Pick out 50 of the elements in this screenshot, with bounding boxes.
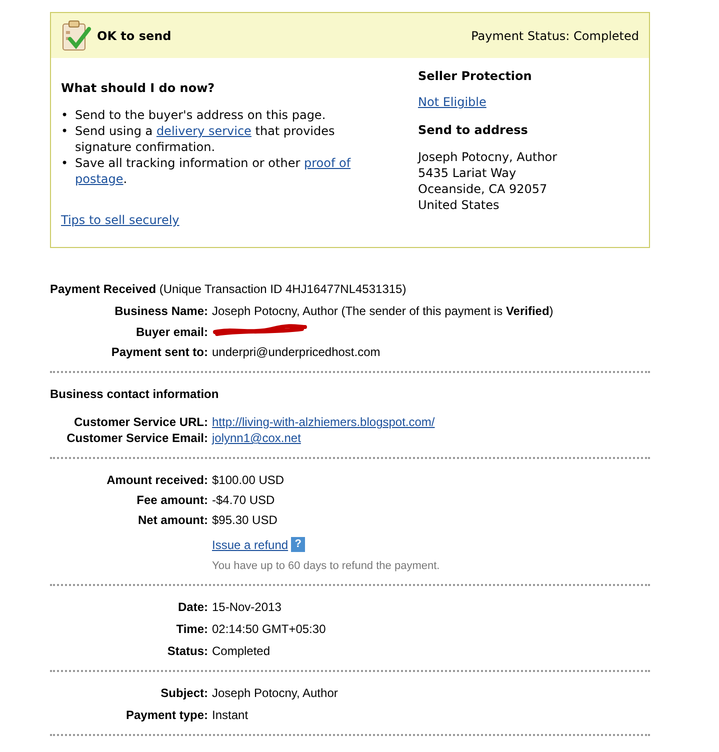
notice-title: OK to send — [97, 28, 172, 42]
field-label: Net amount: — [138, 513, 208, 527]
bullet: • — [61, 155, 69, 172]
field-value: 02:14:50 GMT+05:30 — [212, 622, 326, 636]
section-title: Payment Received (Unique Transaction ID 4HJ16477NL4531315) — [50, 282, 408, 296]
field-value: Completed — [212, 644, 270, 658]
field-label: Time: — [176, 622, 208, 636]
payment-status: Payment Status: Completed — [471, 28, 639, 42]
field-label: Customer Service URL: — [74, 415, 208, 429]
bullet: • — [61, 123, 69, 140]
refund-link[interactable]: Issue a refund — [212, 538, 288, 552]
eligibility-link[interactable]: Not Eligible — [418, 95, 486, 109]
instruction-link[interactable]: delivery service — [156, 124, 252, 138]
bullet: • — [61, 107, 69, 123]
field-value: -$4.70 USD — [212, 493, 275, 507]
field-link[interactable]: http://living-with-alzhiemers.blogspot.com/ — [212, 415, 435, 429]
field-label: Status: — [167, 644, 208, 658]
address-line: Joseph Potocny, Author — [418, 149, 558, 165]
tips-link[interactable]: Tips to sell securely — [61, 213, 180, 227]
instruction-item: Send to the buyer's address on this page. — [75, 107, 326, 123]
field-label: Buyer email: — [136, 324, 208, 338]
section-title: Business contact information — [50, 387, 220, 401]
instructions-heading: What should I do now? — [61, 81, 216, 95]
field-label: Date: — [178, 600, 208, 614]
field-value: underpri@underpricedhost.com — [212, 345, 380, 359]
field-value: Joseph Potocny, Author (The sender of this payment is Verified) — [212, 304, 554, 318]
address-line: United States — [418, 197, 500, 213]
clipboard-check-icon — [61, 20, 91, 52]
field-label: Amount received: — [106, 473, 208, 487]
field-value: Joseph Potocny, Author — [212, 686, 338, 700]
field-label: Subject: — [160, 686, 208, 700]
instruction-link[interactable]: proof of — [304, 156, 351, 170]
refund-note: You have up to 60 days to refund the payment. — [212, 560, 440, 572]
address-heading: Send to address — [418, 123, 529, 137]
field-link[interactable]: jolynn1@cox.net — [212, 431, 301, 445]
field-value: 15-Nov-2013 — [212, 600, 282, 614]
instruction-item: Send using a delivery service that provides signature confirmation. — [75, 123, 336, 155]
field-value: $95.30 USD — [212, 513, 278, 527]
field-label: Customer Service Email: — [66, 431, 208, 445]
field-label: Payment type: — [126, 708, 208, 722]
address-line: Oceanside, CA 92057 — [418, 181, 548, 197]
field-label: Payment sent to: — [111, 345, 208, 359]
instruction-link[interactable]: postage — [75, 172, 124, 186]
field-label: Business Name: — [114, 304, 208, 318]
address-line: 5435 Lariat Way — [418, 165, 518, 181]
field-value: $100.00 USD — [212, 473, 284, 487]
field-label: Fee amount: — [136, 493, 208, 507]
instruction-item: Save all tracking information or other proof of postage. — [75, 155, 352, 187]
field-value: Instant — [212, 708, 248, 722]
seller-protection-heading: Seller Protection — [418, 69, 533, 83]
